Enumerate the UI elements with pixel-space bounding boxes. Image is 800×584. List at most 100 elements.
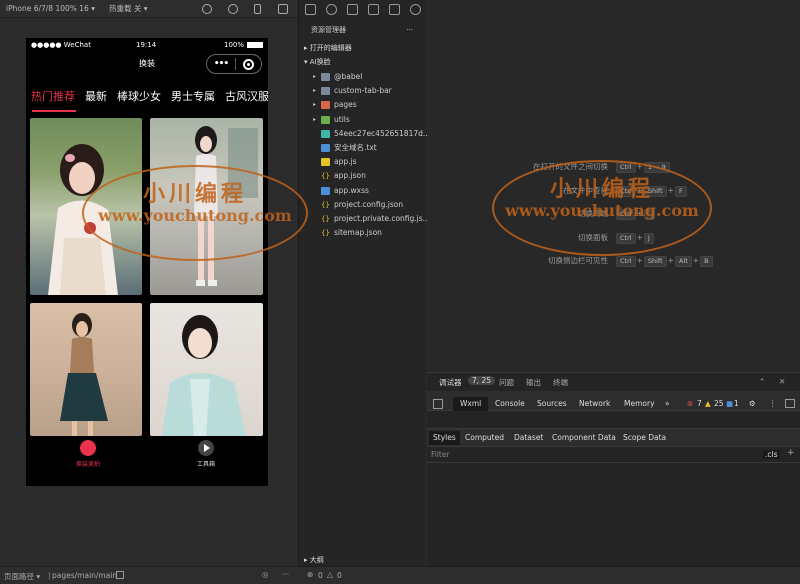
tab-men[interactable]: 男士专属 [166,86,220,112]
folder-icon [321,87,330,96]
tab-terminal[interactable]: 终端 [553,377,568,388]
file-name: 54eec27ec452651817d... [334,128,427,138]
status-warning-count[interactable]: 0 [337,571,342,580]
window-icon[interactable] [278,4,288,14]
stop-icon[interactable] [228,4,238,14]
preview-eye-icon[interactable]: ◎ [262,570,269,579]
hot-reload-toggle[interactable]: 热重载 关 ▾ [109,3,148,14]
file-item[interactable]: {} app.json [299,169,427,183]
project-section[interactable]: ▾ AI换脸 [299,56,427,69]
page-path: pages/main/main [52,571,118,580]
key-cap: Shift [643,256,667,267]
device-selector[interactable]: iPhone 6/7/8 100% 16 ▾ [6,4,95,13]
phone-icon[interactable] [254,4,261,14]
explorer-title: 资源管理器 ··· [299,22,427,38]
wxml-tree-area [427,411,800,427]
open-editors-section[interactable]: ▸ 打开的编辑器 [299,42,427,55]
key-cap: Ctrl [616,256,636,267]
folder-item[interactable]: ▸ pages [299,98,427,112]
file-item[interactable]: {} project.private.config.js... [299,212,427,226]
page-path-label[interactable]: 页面路径 ▾ [4,571,40,582]
file-item[interactable]: 54eec27ec452651817d... [299,127,427,141]
tab-wxml[interactable]: Wxml [453,397,489,411]
tab-network[interactable]: Network [579,397,610,411]
folder-item[interactable]: ▸ @babel [299,70,427,84]
tab-component-data[interactable]: Component Data [552,431,616,445]
debug-icon[interactable] [389,3,400,15]
tab-computed[interactable]: Computed [465,431,504,445]
plus-sign: + [667,256,674,265]
phone-status-bar: ●●●●● WeChat 19:14 100% [26,38,268,52]
more-menu-icon[interactable]: ••• [207,59,235,69]
file-item[interactable]: app.js [299,155,427,169]
chevron-up-icon[interactable]: ⌃ [759,377,765,386]
warning-count[interactable]: 25 [714,397,724,411]
shortcut-keys: Ctrl + Shift + Alt + B [615,254,714,268]
tab-console[interactable]: Console [495,397,525,411]
info-icon: ■ [726,399,734,408]
source-control-icon[interactable] [347,3,358,15]
category-tabs: 热门推荐 最新 棒球少女 男士专属 古风汉服 [26,86,268,112]
tab-toolbox[interactable]: 工具箱 [176,440,236,468]
key-cap: B [700,256,713,267]
file-name: 安全域名.txt [334,143,377,152]
chevron-right-icon[interactable]: ▸ [313,70,316,84]
tab-baseball-girl[interactable]: 棒球少女 [112,86,166,112]
more-actions-icon[interactable]: ··· [406,22,413,38]
simulator-panel: ●●●●● WeChat 19:14 100% 换装 ••• 热门推荐 最新 棒… [0,18,298,566]
template-photo[interactable] [30,303,142,436]
status-bar: 页面路径 ▾ | pages/main/main ◎ ··· ⊗ 0 △ 0 [0,566,800,584]
file-name: @babel [334,72,363,81]
styles-filter-input[interactable]: Filter [431,450,450,459]
cloud-icon[interactable] [410,3,421,15]
chevron-right-icon[interactable]: ▸ [313,113,316,127]
key-cap: Alt [674,256,692,267]
dock-icon[interactable] [785,399,795,408]
more-tabs-icon[interactable]: » [665,397,670,411]
settings-gear-icon[interactable]: ⚙ [749,397,756,411]
copy-icon[interactable] [116,571,124,579]
info-count[interactable]: 1 [734,397,739,411]
add-rule-button[interactable]: + [787,448,795,458]
file-item[interactable]: {} project.config.json [299,198,427,212]
tab-memory[interactable]: Memory [624,397,655,411]
chevron-right-icon[interactable]: ▸ [313,84,316,98]
files-icon[interactable] [305,3,316,15]
plus-sign: + [636,256,643,265]
kebab-menu-icon[interactable]: ⋮ [769,397,777,411]
file-icon: {} [321,200,330,209]
chevron-right-icon[interactable]: ▸ [313,98,316,112]
more-icon[interactable]: ··· [282,570,289,579]
template-photo[interactable] [150,303,263,436]
tab-dataset[interactable]: Dataset [514,431,543,445]
refresh-icon[interactable] [202,4,212,14]
tab-toolbox-label: 工具箱 [196,461,215,468]
close-target-icon[interactable] [243,58,254,70]
folder-icon [321,73,330,81]
tab-latest[interactable]: 最新 [80,86,112,112]
tab-debugger[interactable]: 调试器 [439,377,462,388]
file-item[interactable]: {} sitemap.json [299,226,427,240]
search-icon[interactable] [326,3,337,15]
mini-program-capsule[interactable]: ••• [206,54,262,74]
folder-item[interactable]: ▸ custom-tab-bar [299,84,427,98]
tab-problems[interactable]: 问题 [499,377,514,388]
tab-styles[interactable]: Styles [429,431,460,445]
file-item[interactable]: 安全域名.txt [299,141,427,155]
cls-toggle[interactable]: .cls [763,450,780,459]
close-icon[interactable]: ✕ [779,377,785,386]
inspect-icon[interactable] [433,399,443,409]
file-item[interactable]: app.wxss [299,184,427,198]
status-error-count[interactable]: 0 [318,571,323,580]
error-count[interactable]: 7 [697,397,702,411]
tab-sources[interactable]: Sources [537,397,567,411]
tab-swap-photo[interactable]: 换装美拍 [58,440,118,468]
tab-hot[interactable]: 热门推荐 [26,86,80,112]
file-name: app.wxss [334,185,369,195]
folder-item[interactable]: ▸ utils [299,113,427,127]
extensions-icon[interactable] [368,3,379,15]
tab-output[interactable]: 输出 [526,377,541,388]
tab-hanfu[interactable]: 古风汉服 [220,86,268,112]
tab-scope-data[interactable]: Scope Data [623,431,666,445]
swap-icon [80,440,96,456]
